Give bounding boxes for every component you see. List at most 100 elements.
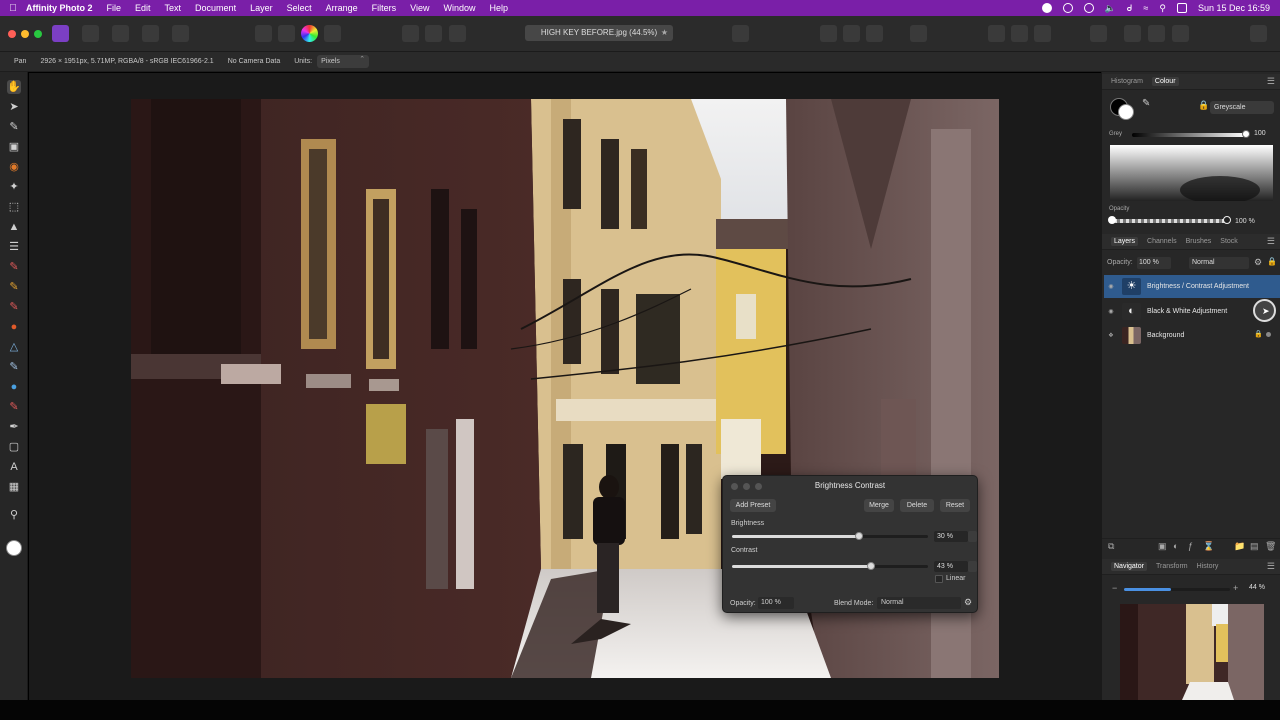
zoom-out-icon[interactable]: − (1112, 583, 1117, 593)
apple-icon[interactable]:  (0, 3, 26, 14)
tab-history[interactable]: History (1197, 563, 1219, 570)
text-icon[interactable]: A (7, 460, 21, 474)
menu-window[interactable]: Window (444, 3, 476, 13)
inpainting-icon[interactable]: ✎ (7, 360, 21, 374)
tab-colour[interactable]: Colour (1151, 77, 1179, 86)
contrast-stepper[interactable] (968, 561, 977, 572)
group-icon[interactable]: 📁 (1234, 541, 1245, 552)
boolean-subtract-icon[interactable] (1148, 25, 1165, 42)
assistant-icon[interactable] (866, 25, 883, 42)
spotlight-search-icon[interactable]: ⚲ (1159, 3, 1166, 14)
focus-icon[interactable] (1083, 3, 1094, 13)
dodge-brush-icon[interactable]: ✎ (7, 300, 21, 314)
live-filter-icon[interactable]: ⌛ (1203, 541, 1214, 552)
panel-menu-icon[interactable]: ☰ (1267, 76, 1275, 87)
navigator-menu-icon[interactable]: ☰ (1267, 561, 1275, 572)
menu-text[interactable]: Text (165, 3, 182, 13)
colour-picker-box[interactable] (1110, 145, 1273, 204)
eyedropper-icon[interactable]: ✎ (1142, 98, 1150, 109)
crop-icon[interactable]: ▣ (7, 140, 21, 154)
auto-contrast-icon[interactable] (324, 25, 341, 42)
layer-opacity-value[interactable]: 100 % (1137, 257, 1171, 269)
layer-row-background[interactable]: ❖ Background 🔒 (1104, 324, 1280, 347)
menu-document[interactable]: Document (195, 3, 236, 13)
tab-navigator[interactable]: Navigator (1111, 562, 1147, 571)
merge-button[interactable]: Merge (864, 499, 894, 512)
tab-stock[interactable]: Stock (1220, 238, 1238, 245)
brightness-slider-knob[interactable] (855, 532, 864, 540)
add-layer-icon[interactable]: ▤ (1250, 541, 1259, 552)
tab-layers[interactable]: Layers (1111, 237, 1139, 246)
units-select[interactable]: Pixels (317, 53, 370, 68)
adjustment-icon[interactable]: ◐ (1173, 541, 1178, 551)
arrange-back-icon[interactable] (988, 25, 1005, 42)
app-menu[interactable]: Affinity Photo 2 (26, 3, 93, 13)
insert-target-icon[interactable] (1090, 25, 1107, 42)
colour-picker-icon[interactable]: ✎ (7, 120, 21, 134)
tab-brushes[interactable]: Brushes (1186, 238, 1212, 245)
tab-transform[interactable]: Transform (1156, 563, 1188, 570)
colour-opacity-slider[interactable] (1108, 216, 1231, 224)
contrast-value[interactable]: 43 % (934, 561, 968, 572)
fx-icon[interactable]: ƒ (1188, 541, 1193, 551)
window-zoom-button[interactable] (34, 30, 42, 38)
boolean-intersect-icon[interactable] (1172, 25, 1189, 42)
navigator-preview[interactable] (1120, 604, 1264, 700)
paint-brush-icon[interactable]: ✎ (7, 260, 21, 274)
primary-colour-swatch[interactable] (6, 540, 22, 556)
delete-button[interactable]: Delete (900, 499, 934, 512)
delete-layer-icon[interactable]: 🗑 (1265, 541, 1276, 552)
blend-settings-gear-icon[interactable]: ⚙ (964, 597, 972, 608)
contrast-slider[interactable] (732, 562, 928, 570)
zoom-in-icon[interactable]: + (1233, 583, 1238, 593)
liquify-persona-icon[interactable] (82, 25, 99, 42)
reset-button[interactable]: Reset (940, 499, 970, 512)
export-persona-icon[interactable] (172, 25, 189, 42)
menu-arrange[interactable]: Arrange (326, 3, 358, 13)
record-icon[interactable] (1041, 3, 1052, 13)
menu-filters[interactable]: Filters (372, 3, 397, 13)
mask-layer-icon[interactable]: ▣ (1158, 541, 1167, 552)
selection-mode-icon[interactable] (402, 25, 419, 42)
menubar-clock[interactable]: Sun 15 Dec 16:59 (1198, 3, 1270, 13)
window-close-button[interactable] (8, 30, 16, 38)
photo-persona-icon[interactable] (52, 25, 69, 42)
grey-value[interactable]: 100 (1254, 130, 1266, 137)
hand-icon[interactable]: ✋ (7, 80, 21, 94)
pixel-tool-icon[interactable]: ✎ (7, 400, 21, 414)
flood-select-icon[interactable]: ✦ (7, 180, 21, 194)
gradient-icon[interactable]: ☰ (7, 240, 21, 254)
document-tab[interactable]: HIGH KEY BEFORE.jpg (44.5%) ★ (525, 25, 673, 41)
colour-mode-select[interactable]: Greyscale (1210, 101, 1274, 114)
arrange-front-icon[interactable] (1034, 25, 1051, 42)
brightness-contrast-dialog[interactable]: Brightness Contrast Add Preset Merge Del… (722, 475, 978, 613)
sync-icon[interactable] (910, 25, 927, 42)
refine-selection-icon[interactable] (449, 25, 466, 42)
flood-fill-icon[interactable]: ▲ (7, 220, 21, 234)
selection-brush-icon[interactable]: ◉ (7, 160, 21, 174)
develop-persona-icon[interactable] (112, 25, 129, 42)
layer-blend-mode-select[interactable]: Normal (1189, 257, 1249, 269)
boolean-add-icon[interactable] (1124, 25, 1141, 42)
layer-settings-icon[interactable]: ⚙ (1254, 257, 1262, 268)
layer-row-brightness-contrast[interactable]: ◉ ☀ Brightness / Contrast Adjustment (1104, 275, 1280, 298)
menu-file[interactable]: File (107, 3, 122, 13)
contrast-slider-knob[interactable] (867, 562, 876, 570)
volume-icon[interactable]: 🔈 (1105, 3, 1116, 14)
tab-channels[interactable]: Channels (1147, 238, 1177, 245)
menu-help[interactable]: Help (490, 3, 509, 13)
rectangle-shape-icon[interactable]: ▢ (7, 440, 21, 454)
add-preset-button[interactable]: Add Preset (730, 499, 776, 512)
layer-visibility-toggle[interactable]: ◉ (1104, 283, 1118, 290)
marquee-icon[interactable]: ⬚ (7, 200, 21, 214)
red-eye-icon[interactable]: ● (7, 320, 21, 334)
grey-slider[interactable] (1132, 130, 1250, 138)
move-icon[interactable]: ➤ (7, 100, 21, 114)
layer-visibility-toggle[interactable]: ◉ (1104, 308, 1118, 315)
primary-colour-swatch-panel[interactable] (1118, 104, 1134, 120)
view-mode-icon[interactable] (843, 25, 860, 42)
tab-histogram[interactable]: Histogram (1111, 78, 1143, 85)
star-icon[interactable]: ★ (661, 25, 668, 41)
white-balance-icon[interactable] (278, 25, 295, 42)
layer-lock-icon[interactable]: 🔒 (1267, 257, 1277, 266)
